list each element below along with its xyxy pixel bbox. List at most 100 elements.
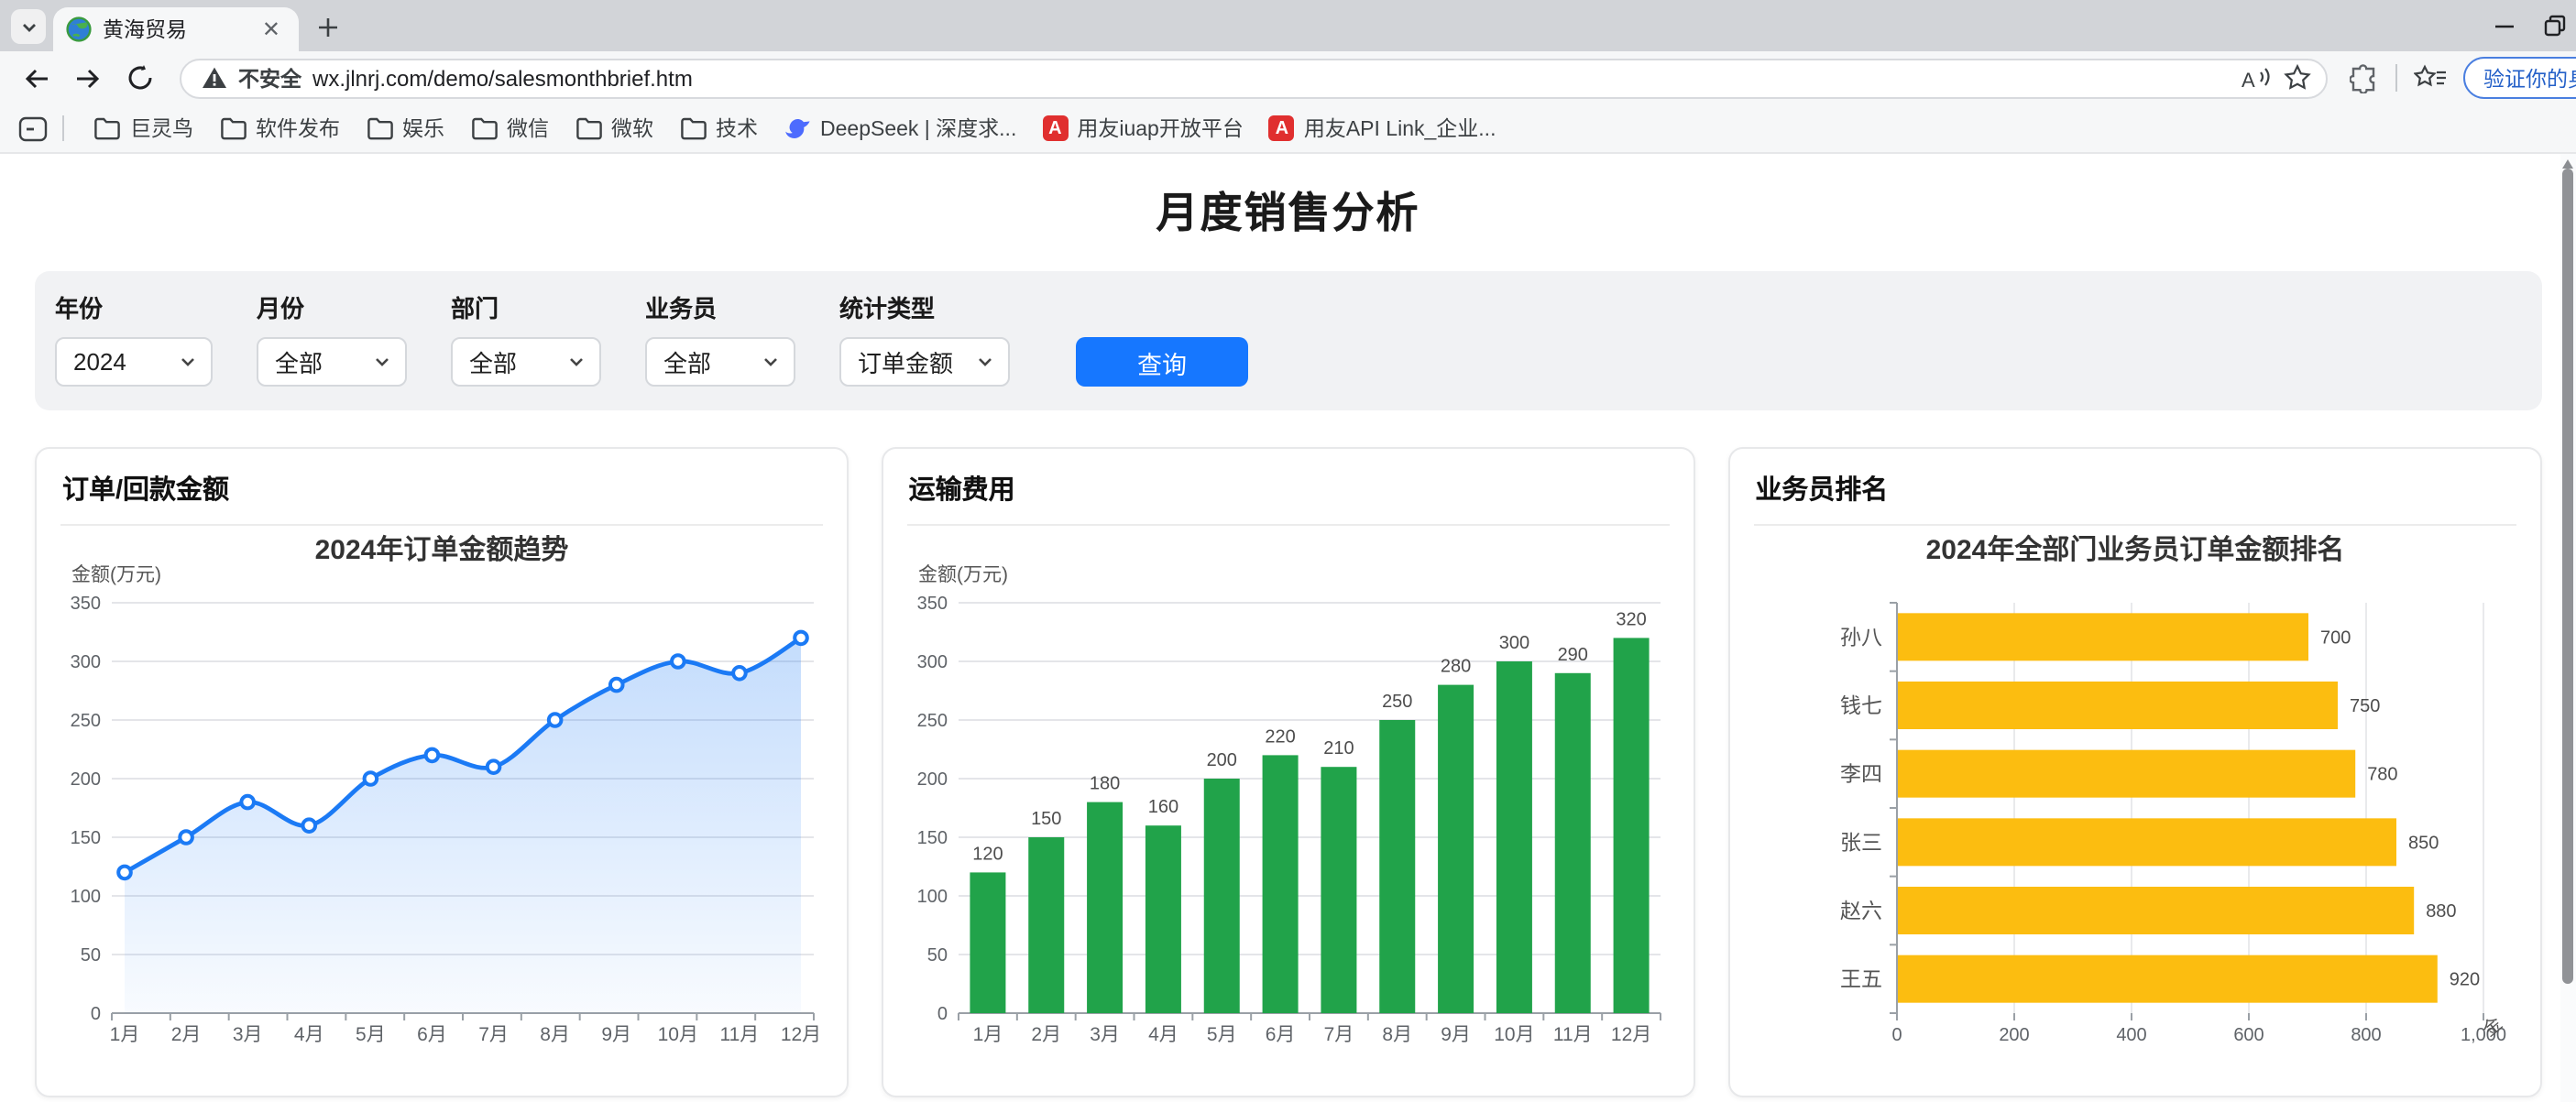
folder-icon: [470, 115, 498, 141]
new-tab-button[interactable]: [310, 9, 346, 46]
forward-button[interactable]: [66, 56, 110, 100]
svg-text:A: A: [2242, 68, 2255, 91]
svg-text:9月: 9月: [601, 1024, 631, 1045]
svg-text:赵六: 赵六: [1839, 899, 1881, 922]
bookmark-label: 技术: [716, 114, 758, 143]
bookmark-label: 巨灵鸟: [130, 114, 193, 143]
filter-department-label: 部门: [451, 289, 601, 324]
scrollbar[interactable]: [2560, 154, 2576, 1102]
line-chart-svg: 2024年订单金额趋势金额(万元)0501001502002503003501月…: [57, 529, 827, 1079]
bookmark-item[interactable]: 微软: [562, 108, 666, 148]
salesman-select[interactable]: 全部: [645, 337, 795, 387]
address-bar[interactable]: 不安全 wx.jlnrj.com/demo/salesmonthbrief.ht…: [180, 58, 2328, 98]
filter-stat-type-label: 统计类型: [839, 289, 1010, 324]
bookmark-item[interactable]: 微信: [457, 108, 562, 148]
svg-text:4月: 4月: [1148, 1024, 1178, 1045]
bookmarks-divider: [62, 115, 64, 141]
svg-text:600: 600: [2233, 1025, 2264, 1045]
chevron-down-icon: [568, 354, 585, 370]
svg-text:350: 350: [916, 594, 947, 614]
folder-icon: [93, 115, 121, 141]
filter-year-label: 年份: [55, 289, 213, 324]
svg-text:200: 200: [916, 769, 947, 790]
toolbar-right: 验证你的身份: [2350, 57, 2576, 99]
bookmark-label: 用友API Link_企业...: [1304, 114, 1496, 143]
salesman-ranking-chart[interactable]: 2024年全部门业务员订单金额排名02004006008001,000孙八700…: [1729, 526, 2539, 1088]
order-trend-chart[interactable]: 2024年订单金额趋势金额(万元)0501001502002503003501月…: [37, 526, 847, 1088]
scrollbar-thumb[interactable]: [2562, 169, 2573, 984]
back-button[interactable]: [15, 56, 59, 100]
svg-text:1月: 1月: [972, 1024, 1003, 1045]
chevron-down-icon: [762, 354, 779, 370]
department-select[interactable]: 全部: [451, 337, 601, 387]
bookmark-item[interactable]: 软件发布: [206, 108, 353, 148]
svg-text:9月: 9月: [1441, 1024, 1471, 1045]
tab-search-button[interactable]: [11, 9, 46, 44]
svg-text:200: 200: [1206, 750, 1236, 770]
read-aloud-icon[interactable]: A: [2240, 65, 2273, 91]
sidebar-toggle-icon[interactable]: [18, 115, 48, 142]
svg-text:50: 50: [81, 945, 101, 966]
bookmark-item[interactable]: 巨灵鸟: [81, 108, 206, 148]
svg-text:200: 200: [71, 769, 101, 790]
plus-icon: [317, 16, 339, 38]
folder-icon: [679, 115, 707, 141]
ranking-card: 业务员排名 2024年全部门业务员订单金额排名02004006008001,00…: [1727, 447, 2541, 1097]
svg-text:290: 290: [1557, 645, 1587, 665]
svg-text:300: 300: [1498, 633, 1529, 653]
yonyou-icon: A: [1042, 115, 1068, 141]
refresh-button[interactable]: [117, 56, 161, 100]
bookmark-item[interactable]: 娱乐: [353, 108, 457, 148]
svg-text:250: 250: [916, 711, 947, 731]
folder-icon: [575, 115, 602, 141]
page-title: 月度销售分析: [0, 154, 2576, 240]
svg-text:200: 200: [1999, 1025, 2029, 1045]
svg-text:10月: 10月: [1494, 1024, 1534, 1045]
svg-text:3月: 3月: [233, 1024, 263, 1045]
year-select[interactable]: 2024: [55, 337, 213, 387]
not-secure-warning-icon: [202, 66, 227, 90]
bookmark-item[interactable]: 技术: [666, 108, 771, 148]
svg-text:350: 350: [71, 594, 101, 614]
tab-title: 黄海贸易: [103, 15, 246, 44]
verify-identity-button[interactable]: 验证你的身份: [2463, 57, 2576, 99]
shipping-card: 运输费用 金额(万元)0501001502002503003501201月150…: [882, 447, 1695, 1097]
bookmark-item[interactable]: A 用友API Link_企业...: [1256, 108, 1509, 148]
browser-toolbar: 不安全 wx.jlnrj.com/demo/salesmonthbrief.ht…: [0, 51, 2576, 104]
bookmark-item[interactable]: DeepSeek | 深度求...: [771, 108, 1029, 148]
restore-button[interactable]: [2536, 0, 2576, 51]
svg-text:2024年全部门业务员订单金额排名: 2024年全部门业务员订单金额排名: [1925, 534, 2344, 565]
tab-close-icon[interactable]: ✕: [257, 16, 286, 42]
browser-tab[interactable]: 黄海贸易 ✕: [53, 7, 299, 51]
svg-text:220: 220: [1265, 726, 1295, 747]
svg-text:2月: 2月: [1031, 1024, 1061, 1045]
bookmark-item[interactable]: A 用友iuap开放平台: [1029, 108, 1256, 148]
svg-text:7月: 7月: [478, 1024, 509, 1045]
refresh-icon: [126, 64, 153, 92]
svg-text:12月: 12月: [1611, 1024, 1651, 1045]
svg-text:850: 850: [2407, 833, 2438, 853]
toolbar-divider: [2395, 64, 2397, 92]
svg-text:780: 780: [2367, 765, 2397, 785]
bookmark-label: 软件发布: [256, 114, 340, 143]
filter-department: 部门 全部: [451, 289, 601, 387]
stat-type-select[interactable]: 订单金额: [839, 337, 1010, 387]
minimize-button[interactable]: [2473, 0, 2536, 51]
favorite-star-icon[interactable]: [2284, 64, 2311, 92]
url-text: wx.jlnrj.com/demo/salesmonthbrief.htm: [312, 65, 2229, 91]
svg-text:700: 700: [2319, 627, 2350, 648]
month-select[interactable]: 全部: [257, 337, 407, 387]
svg-text:4月: 4月: [294, 1024, 324, 1045]
query-button[interactable]: 查询: [1076, 337, 1248, 387]
favorites-bar-icon[interactable]: [2414, 64, 2447, 92]
globe-favicon: [66, 16, 92, 42]
shipping-cost-chart[interactable]: 金额(万元)0501001502002503003501201月1502月180…: [883, 526, 1694, 1088]
extensions-puzzle-icon[interactable]: [2350, 63, 2379, 93]
bookmark-label: 用友iuap开放平台: [1077, 114, 1244, 143]
svg-text:2月: 2月: [171, 1024, 202, 1045]
svg-text:8月: 8月: [540, 1024, 570, 1045]
svg-text:5月: 5月: [356, 1024, 386, 1045]
hbar-chart-svg: 2024年全部门业务员订单金额排名02004006008001,000孙八700…: [1749, 529, 2519, 1079]
svg-text:李四: 李四: [1839, 762, 1881, 786]
scrollbar-up-arrow-icon[interactable]: [2562, 159, 2573, 169]
